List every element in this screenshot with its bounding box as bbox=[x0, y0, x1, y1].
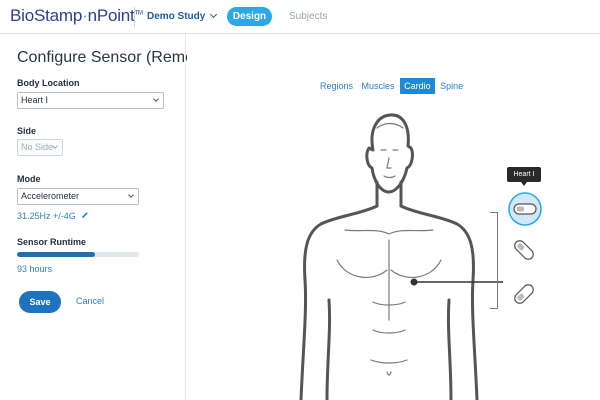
page-title: Configure Sensor (Remote) bbox=[17, 49, 213, 66]
tab-spine[interactable]: Spine bbox=[437, 78, 466, 94]
pencil-icon bbox=[82, 212, 89, 218]
top-navigation-bar: BioStamp·nPointTM Demo Study Design Subj… bbox=[0, 0, 600, 34]
side-value: No Side bbox=[21, 142, 54, 152]
tab-muscles[interactable]: Muscles bbox=[359, 78, 398, 94]
sensor-option-diagonal-up[interactable] bbox=[510, 280, 538, 308]
body-diagram bbox=[299, 113, 503, 400]
nav-tab-subjects[interactable]: Subjects bbox=[289, 11, 327, 22]
save-button[interactable]: Save bbox=[19, 291, 61, 313]
sensor-options-bracket bbox=[490, 212, 498, 309]
location-tooltip: Heart I bbox=[507, 167, 541, 186]
logo-text-2: nPoint bbox=[87, 6, 135, 25]
header-divider bbox=[134, 7, 135, 27]
side-select: No Side bbox=[17, 139, 63, 156]
tab-cardio[interactable]: Cardio bbox=[400, 78, 435, 94]
sensor-option-diagonal-down[interactable] bbox=[510, 236, 538, 264]
sensor-config-panel: Configure Sensor (Remote) Body Location … bbox=[0, 34, 213, 400]
sensor-runtime-label: Sensor Runtime bbox=[17, 237, 87, 247]
cancel-button[interactable]: Cancel bbox=[76, 296, 104, 306]
sensor-runtime-value: 93 hours bbox=[17, 264, 53, 274]
sample-rate-link[interactable]: 31.25Hz +/-4G bbox=[17, 211, 89, 221]
sensor-icon bbox=[514, 284, 534, 304]
sensor-option-horizontal[interactable] bbox=[507, 191, 543, 227]
chevron-down-icon bbox=[153, 96, 159, 102]
body-head-outline bbox=[365, 113, 414, 194]
nav-tab-design[interactable]: Design bbox=[227, 7, 272, 26]
mode-label: Mode bbox=[17, 174, 41, 184]
study-selector[interactable]: Demo Study bbox=[147, 10, 218, 22]
sensor-runtime-bar-fill bbox=[17, 252, 96, 257]
body-map-panel: Regions Muscles Cardio Spine Heart I bbox=[187, 34, 600, 400]
chevron-down-icon bbox=[128, 192, 134, 198]
body-view-tabs: Regions Muscles Cardio Spine bbox=[317, 78, 466, 94]
body-location-select[interactable]: Heart I bbox=[17, 92, 164, 109]
logo-tm: TM bbox=[134, 10, 143, 17]
body-torso-outline bbox=[299, 204, 379, 400]
sensor-runtime-bar bbox=[17, 252, 139, 257]
logo-text: BioStamp bbox=[10, 6, 83, 25]
body-location-label: Body Location bbox=[17, 78, 80, 88]
heart-sensor-point bbox=[410, 278, 418, 286]
sample-rate-text: 31.25Hz +/-4G bbox=[17, 211, 76, 221]
mode-value: Accelerometer bbox=[21, 191, 80, 201]
app-logo[interactable]: BioStamp·nPointTM bbox=[10, 6, 143, 26]
mode-select[interactable]: Accelerometer bbox=[17, 188, 139, 205]
body-location-value: Heart I bbox=[21, 95, 49, 105]
sensor-icon bbox=[514, 240, 534, 260]
side-label: Side bbox=[17, 126, 37, 136]
study-label: Demo Study bbox=[147, 11, 206, 22]
chevron-down-icon bbox=[210, 10, 218, 19]
tab-regions[interactable]: Regions bbox=[317, 78, 356, 94]
